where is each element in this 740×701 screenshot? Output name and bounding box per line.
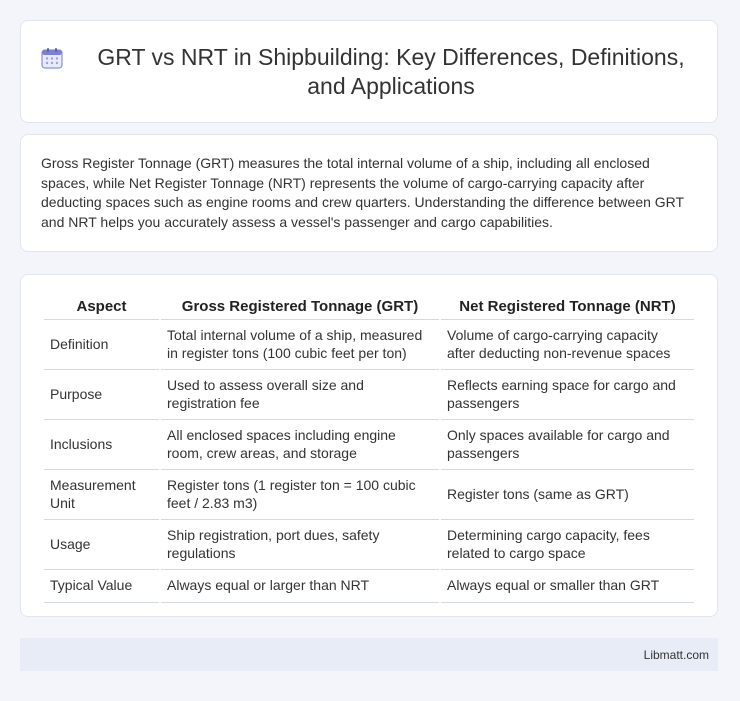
table-row: Definition Total internal volume of a sh… xyxy=(44,320,694,370)
header-nrt: Net Registered Tonnage (NRT) xyxy=(441,295,694,320)
page-title: GRT vs NRT in Shipbuilding: Key Differen… xyxy=(97,43,685,99)
footer: Libmatt.com xyxy=(20,638,718,671)
title-wrap: GRT vs NRT in Shipbuilding: Key Differen… xyxy=(21,43,717,101)
title-card: GRT vs NRT in Shipbuilding: Key Differen… xyxy=(20,20,718,123)
row-aspect: Inclusions xyxy=(44,420,159,470)
row-aspect: Measurement Unit xyxy=(44,470,159,520)
calendar-icon xyxy=(41,47,63,69)
intro-text: Gross Register Tonnage (GRT) measures th… xyxy=(41,155,684,230)
comparison-table: Aspect Gross Registered Tonnage (GRT) Ne… xyxy=(42,295,696,603)
row-nrt: Always equal or smaller than GRT xyxy=(441,570,694,603)
table-row: Typical Value Always equal or larger tha… xyxy=(44,570,694,603)
comparison-card: Aspect Gross Registered Tonnage (GRT) Ne… xyxy=(20,274,718,617)
row-grt: Register tons (1 register ton = 100 cubi… xyxy=(161,470,439,520)
row-nrt: Determining cargo capacity, fees related… xyxy=(441,520,694,570)
footer-brand-link[interactable]: Libmatt.com xyxy=(644,648,709,662)
table-row: Purpose Used to assess overall size and … xyxy=(44,370,694,420)
row-aspect: Purpose xyxy=(44,370,159,420)
table-row: Measurement Unit Register tons (1 regist… xyxy=(44,470,694,520)
header-aspect: Aspect xyxy=(44,295,159,320)
header-grt: Gross Registered Tonnage (GRT) xyxy=(161,295,439,320)
table-row: Usage Ship registration, port dues, safe… xyxy=(44,520,694,570)
row-grt: Used to assess overall size and registra… xyxy=(161,370,439,420)
row-nrt: Reflects earning space for cargo and pas… xyxy=(441,370,694,420)
row-nrt: Volume of cargo-carrying capacity after … xyxy=(441,320,694,370)
row-nrt: Only spaces available for cargo and pass… xyxy=(441,420,694,470)
table-header-row: Aspect Gross Registered Tonnage (GRT) Ne… xyxy=(44,295,694,320)
row-grt: Total internal volume of a ship, measure… xyxy=(161,320,439,370)
row-grt: Ship registration, port dues, safety reg… xyxy=(161,520,439,570)
row-aspect: Usage xyxy=(44,520,159,570)
intro-card: Gross Register Tonnage (GRT) measures th… xyxy=(20,134,718,252)
row-nrt: Register tons (same as GRT) xyxy=(441,470,694,520)
table-row: Inclusions All enclosed spaces including… xyxy=(44,420,694,470)
row-grt: All enclosed spaces including engine roo… xyxy=(161,420,439,470)
row-aspect: Definition xyxy=(44,320,159,370)
row-aspect: Typical Value xyxy=(44,570,159,603)
row-grt: Always equal or larger than NRT xyxy=(161,570,439,603)
